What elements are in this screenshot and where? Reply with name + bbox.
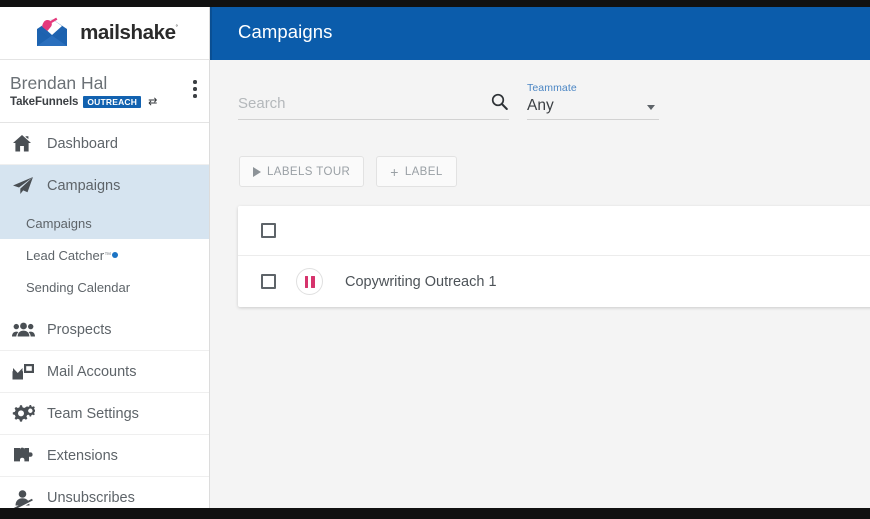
envelope-logo-icon <box>31 16 73 50</box>
home-icon <box>12 133 38 155</box>
paper-plane-icon <box>12 175 38 197</box>
app-window: mailshake˚ Brendan Hal TakeFunnels OUTRE… <box>0 7 870 508</box>
team-name: TakeFunnels <box>10 96 79 108</box>
sidebar-item-label: Team Settings <box>47 405 139 422</box>
brand-tm: ˚ <box>175 24 179 34</box>
sidebar-item-extensions[interactable]: Extensions <box>0 435 209 477</box>
teammate-select[interactable]: Teammate Any <box>527 82 659 120</box>
user-name: Brendan Hal <box>10 73 108 93</box>
sidebar-item-unsubscribes[interactable]: Unsubscribes <box>0 477 209 508</box>
sidebar-subitem-label: Sending Calendar <box>26 279 131 295</box>
people-group-icon <box>12 319 38 341</box>
plus-icon: + <box>390 163 399 180</box>
brand-name-text: mailshake <box>80 21 176 44</box>
trademark-mark: ™ <box>104 251 112 259</box>
filter-row: Teammate Any <box>238 82 659 120</box>
teammate-value: Any <box>527 97 554 114</box>
brand-logo[interactable]: mailshake˚ <box>0 7 209 60</box>
plan-badge: OUTREACH <box>83 96 142 108</box>
bottom-letterbox-bar <box>0 508 870 519</box>
user-team-row: TakeFunnels OUTREACH ⇄ <box>10 96 195 108</box>
add-label-label: LABEL <box>404 165 443 178</box>
sidebar-subitem-label: Lead Catcher <box>26 247 105 263</box>
sidebar-subitem-sending-calendar[interactable]: Sending Calendar <box>0 271 209 303</box>
teammate-label: Teammate <box>527 82 577 94</box>
sidebar-item-mail-accounts[interactable]: Mail Accounts <box>0 351 209 393</box>
sidebar-item-label: Extensions <box>47 447 118 464</box>
sidebar-item-prospects[interactable]: Prospects <box>0 309 209 351</box>
search-icon[interactable] <box>491 93 508 115</box>
sidebar-subitem-lead-catcher[interactable]: Lead Catcher ™ <box>0 239 209 271</box>
add-label-button[interactable]: + LABEL <box>376 156 457 187</box>
sidebar-item-label: Mail Accounts <box>47 363 137 380</box>
labels-tour-button[interactable]: LABELS TOUR <box>239 156 365 187</box>
screen: mailshake˚ Brendan Hal TakeFunnels OUTRE… <box>0 0 870 519</box>
row-checkbox[interactable] <box>261 274 276 289</box>
brand-name: mailshake˚ <box>80 21 178 45</box>
labels-tour-label: LABELS TOUR <box>267 165 351 178</box>
puzzle-piece-icon <box>12 445 38 467</box>
search-field[interactable] <box>238 93 509 120</box>
campaign-name[interactable]: Copywriting Outreach 1 <box>345 274 497 290</box>
search-input[interactable] <box>238 95 468 112</box>
mail-accounts-icon <box>12 361 38 383</box>
sidebar-item-campaigns[interactable]: Campaigns <box>0 165 209 207</box>
pause-icon[interactable] <box>296 268 323 295</box>
table-row[interactable]: Copywriting Outreach 1 <box>238 256 870 307</box>
page-header: Campaigns <box>210 7 870 60</box>
main-content: Teammate Any Copywriting Outreach 1 <box>211 60 870 508</box>
sidebar-item-label: Unsubscribes <box>47 490 135 506</box>
sidebar-nav: Dashboard Campaigns Campaigns Lead Catch… <box>0 123 209 508</box>
user-account-box[interactable]: Brendan Hal TakeFunnels OUTREACH ⇄ <box>0 60 209 123</box>
gears-icon <box>12 403 38 425</box>
new-feature-dot-icon <box>112 252 119 258</box>
kebab-menu-icon[interactable] <box>193 80 197 101</box>
campaign-list-card: Copywriting Outreach 1 <box>238 206 870 307</box>
sidebar: mailshake˚ Brendan Hal TakeFunnels OUTRE… <box>0 7 210 508</box>
sidebar-item-dashboard[interactable]: Dashboard <box>0 123 209 165</box>
switch-account-icon[interactable]: ⇄ <box>148 97 157 108</box>
sidebar-item-label: Campaigns <box>47 178 121 194</box>
play-icon <box>253 166 261 177</box>
sidebar-item-team-settings[interactable]: Team Settings <box>0 393 209 435</box>
campaign-list-header-row <box>238 206 870 256</box>
person-slash-icon <box>12 487 38 508</box>
sidebar-subitem-label: Campaigns <box>26 215 92 231</box>
top-letterbox-bar <box>0 0 870 7</box>
label-toolbar: LABELS TOUR + LABEL <box>239 156 457 187</box>
chevron-down-icon[interactable] <box>647 105 655 110</box>
select-all-checkbox[interactable] <box>261 223 276 238</box>
page-title: Campaigns <box>238 21 333 42</box>
sidebar-item-label: Dashboard <box>47 135 118 152</box>
sidebar-subitem-campaigns[interactable]: Campaigns <box>0 207 209 239</box>
sidebar-item-label: Prospects <box>47 321 112 338</box>
